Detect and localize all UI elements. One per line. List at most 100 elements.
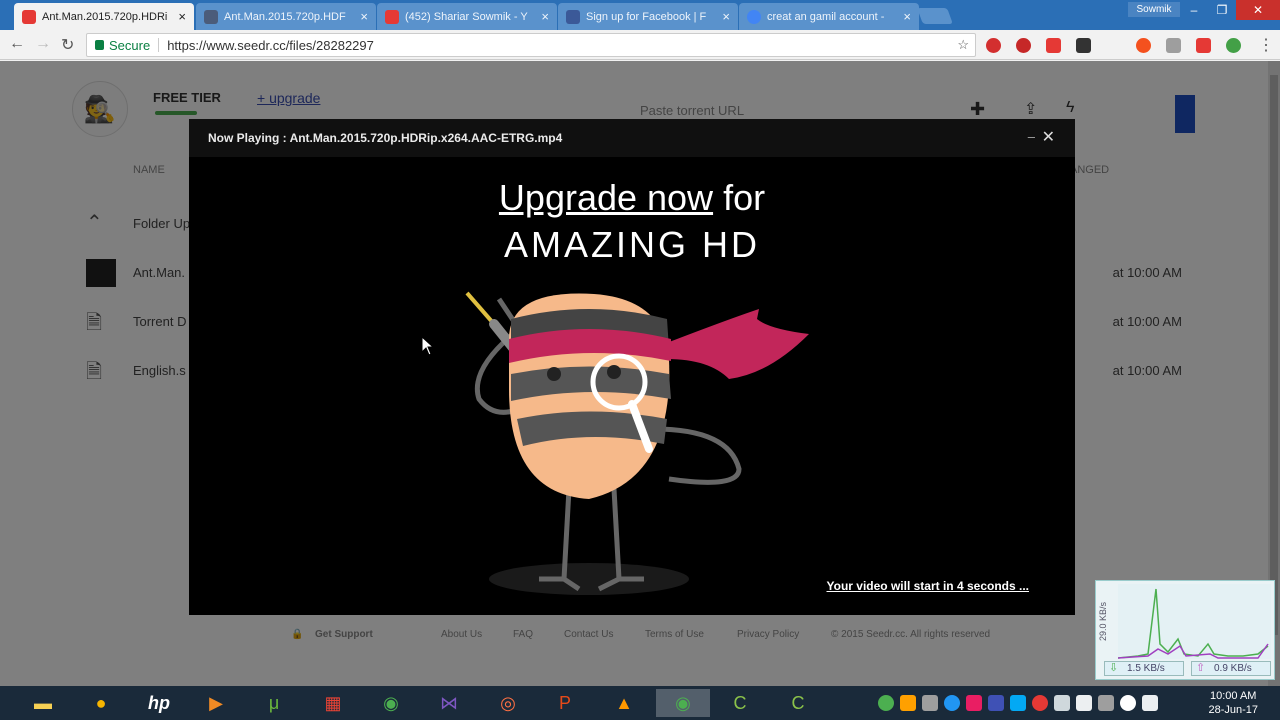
screen-extension-icon[interactable] (1076, 38, 1091, 53)
upgrade-now-link[interactable]: Upgrade now (499, 177, 713, 218)
tab-google-search[interactable]: creat an gamil account - × (739, 3, 919, 30)
profile-user-label[interactable]: Sowmik (1128, 2, 1180, 17)
chrome-menu-icon[interactable]: ⋮ (1258, 35, 1274, 55)
tab-close-icon[interactable]: × (178, 9, 186, 24)
cube-extension-icon[interactable] (1166, 38, 1181, 53)
tray-chrome-icon[interactable] (878, 695, 894, 711)
window-close-icon[interactable]: ✕ (1236, 0, 1280, 20)
url-text[interactable]: https://www.seedr.cc/files/28282297 (167, 38, 374, 53)
right-eye-shape (607, 365, 621, 379)
now-playing-title: Now Playing : Ant.Man.2015.720p.HDRip.x2… (208, 131, 563, 145)
video-extension-icon[interactable] (1046, 38, 1061, 53)
reload-icon[interactable]: ↻ (61, 35, 74, 55)
tray-battery-icon[interactable] (1076, 695, 1092, 711)
back-arrow-icon[interactable]: ← (9, 35, 25, 53)
camtasia-recorder-icon[interactable]: C (780, 689, 816, 717)
tray-app-icon[interactable] (900, 695, 916, 711)
tab-close-icon[interactable]: × (903, 9, 911, 24)
lock-icon (95, 40, 104, 50)
tray-monitor-icon[interactable] (988, 695, 1004, 711)
firefox-icon[interactable]: ◎ (490, 689, 526, 717)
promo-heading-rest: for (713, 177, 766, 218)
tab-title: creat an gamil account - (767, 10, 885, 23)
window-controls: – ❐ ✕ (1180, 0, 1280, 20)
media-player-icon[interactable]: ● (83, 689, 119, 717)
left-eye-shape (547, 367, 561, 381)
video-player-modal: Now Playing : Ant.Man.2015.720p.HDRip.x2… (189, 119, 1075, 615)
camtasia-icon[interactable]: C (722, 689, 758, 717)
omnibox-divider (158, 38, 160, 52)
tab-title: Ant.Man.2015.720p.HDF (224, 10, 346, 23)
system-tray (878, 695, 1158, 711)
network-meter-widget[interactable]: 29.0 KB/s ⇩ 1.5 KB/s ⇧ 0.9 KB/s (1095, 580, 1275, 680)
download-speed: ⇩ 1.5 KB/s (1104, 661, 1184, 676)
tab-close-icon[interactable]: × (360, 9, 368, 24)
ninja-mascot-illustration (465, 291, 809, 595)
tray-camera-icon[interactable] (966, 695, 982, 711)
restore-icon[interactable]: ❐ (1208, 0, 1236, 20)
right-arm-shape (653, 426, 742, 485)
bandwidth-axis-label: 29.0 KB/s (1098, 601, 1108, 641)
minimize-icon[interactable]: – (1180, 0, 1208, 20)
tab-title: (452) Shariar Sowmik - Y (405, 10, 528, 23)
minimize-player-icon[interactable]: – (1028, 129, 1035, 144)
tab-title: Sign up for Facebook | F (586, 10, 707, 23)
tray-signal-icon[interactable] (1054, 695, 1070, 711)
bandwidth-graph (1118, 584, 1271, 659)
tray-flag-icon[interactable] (1098, 695, 1114, 711)
chrome-active-icon[interactable]: ◉ (656, 689, 710, 717)
download-speed-value: 1.5 KB/s (1127, 663, 1165, 674)
address-bar[interactable]: Secure https://www.seedr.cc/files/282822… (86, 33, 976, 57)
taskbar-clock[interactable]: 10:00 AM 28-Jun-17 (1208, 689, 1258, 717)
visual-studio-icon[interactable]: ⋈ (431, 689, 467, 717)
file-explorer-icon[interactable]: ▬ (25, 689, 61, 717)
pdf-extension-icon[interactable] (1196, 38, 1211, 53)
windows-taskbar: ▬ ● hp ▶ μ ▦ ◉ ⋈ ◎ P ▲ ◉ C C 10:00 AM 28… (0, 686, 1280, 720)
headband-tail-shape (664, 309, 809, 379)
tray-bluetooth-icon[interactable] (1010, 695, 1026, 711)
office-icon[interactable]: ▦ (315, 689, 351, 717)
tab-facebook[interactable]: Sign up for Facebook | F × (558, 3, 738, 30)
tray-window-icon[interactable] (922, 695, 938, 711)
page-favicon-icon (204, 9, 218, 24)
close-player-icon[interactable]: ✕ (1042, 127, 1055, 147)
youtube-favicon-icon (385, 9, 399, 24)
video-countdown-text[interactable]: Your video will start in 4 seconds ... (827, 579, 1030, 593)
utorrent-icon[interactable]: μ (256, 689, 292, 717)
hp-icon[interactable]: hp (141, 689, 177, 717)
tray-volume-icon[interactable] (1142, 695, 1158, 711)
upload-arrow-icon: ⇧ (1196, 662, 1206, 674)
powerpoint-icon[interactable]: P (547, 689, 583, 717)
chrome-icon[interactable]: ◉ (373, 689, 409, 717)
upload-speed-value: 0.9 KB/s (1214, 663, 1252, 674)
clock-date: 28-Jun-17 (1208, 704, 1258, 716)
tab-close-icon[interactable]: × (541, 9, 549, 24)
player-header: Now Playing : Ant.Man.2015.720p.HDRip.x2… (189, 119, 1075, 157)
tab-close-icon[interactable]: × (722, 9, 730, 24)
tab-title: Ant.Man.2015.720p.HDRi (42, 10, 168, 23)
stop-extension-icon[interactable] (1136, 38, 1151, 53)
adblock-extension-icon[interactable] (1016, 38, 1031, 53)
tab-youtube[interactable]: (452) Shariar Sowmik - Y × (377, 3, 557, 30)
tab-ant-man-1[interactable]: Ant.Man.2015.720p.HDRi × (14, 3, 194, 30)
promo-subheading: AMAZING HD (503, 224, 760, 265)
browser-tabstrip: Ant.Man.2015.720p.HDRi × Ant.Man.2015.72… (0, 0, 1280, 30)
facebook-favicon-icon (566, 9, 580, 24)
tray-record-icon[interactable] (1032, 695, 1048, 711)
tray-network-icon[interactable] (944, 695, 960, 711)
forward-arrow-icon[interactable]: → (35, 35, 51, 53)
google-favicon-icon (747, 9, 761, 24)
bookmark-star-icon[interactable]: ☆ (957, 37, 969, 53)
mouse-cursor-icon (421, 336, 435, 356)
download-arrow-icon: ⇩ (1109, 662, 1119, 674)
add-extension-icon[interactable] (1226, 38, 1241, 53)
vlc-icon[interactable]: ▲ (606, 689, 642, 717)
promo-heading: Upgrade now for (189, 177, 1075, 219)
secure-label: Secure (109, 37, 151, 53)
tray-sync-icon[interactable] (1120, 695, 1136, 711)
new-tab-button[interactable] (917, 8, 953, 24)
video-player-icon[interactable]: ▶ (198, 689, 234, 717)
seedr-favicon-icon (22, 9, 36, 24)
opera-extension-icon[interactable] (986, 38, 1001, 53)
tab-ant-man-2[interactable]: Ant.Man.2015.720p.HDF × (196, 3, 376, 30)
